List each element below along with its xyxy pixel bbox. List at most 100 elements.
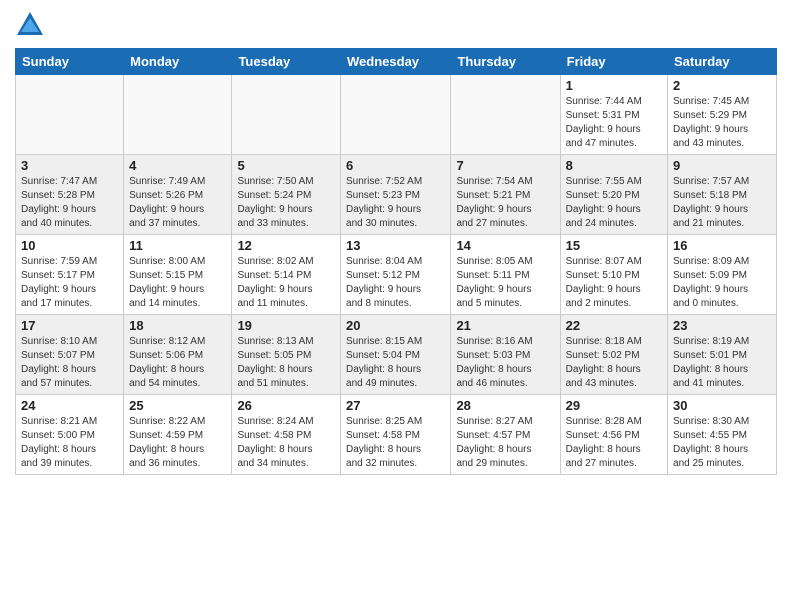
calendar-cell: 25Sunrise: 8:22 AM Sunset: 4:59 PM Dayli… (124, 395, 232, 475)
day-info: Sunrise: 8:12 AM Sunset: 5:06 PM Dayligh… (129, 335, 226, 391)
calendar-header-tuesday: Tuesday (232, 49, 341, 75)
calendar-cell: 21 Sunrise: 8:16 AM Sunset: 5:03 PM Dayli… (451, 315, 560, 395)
day-info: Sunrise: 8:16 AM Sunset: 5:03 PM Dayligh… (456, 335, 554, 391)
day-info: Sunrise: 8:28 AM Sunset: 4:56 PM Dayligh… (566, 415, 662, 471)
day-number: 4 (129, 158, 226, 173)
day-number: 11 (129, 238, 226, 253)
day-number: 2 (673, 78, 771, 93)
calendar-cell: 3 Sunrise: 7:47 AM Sunset: 5:28 PM Daylig… (16, 155, 124, 235)
calendar-cell: 14 Sunrise: 8:05 AM Sunset: 5:11 PM Dayli… (451, 235, 560, 315)
day-info: Sunrise: 8:00 AM Sunset: 5:15 PM Dayligh… (129, 255, 226, 311)
day-number: 1 (566, 78, 662, 93)
day-number: 5 (237, 158, 335, 173)
header (15, 10, 777, 40)
calendar-cell: 1 Sunrise: 7:44 AM Sunset: 5:31 PM Daylig… (560, 75, 667, 155)
day-number: 21 (456, 318, 554, 333)
calendar-header-thursday: Thursday (451, 49, 560, 75)
calendar-header-wednesday: Wednesday (341, 49, 451, 75)
day-number: 6 (346, 158, 445, 173)
day-info: Sunrise: 7:54 AM Sunset: 5:21 PM Dayligh… (456, 175, 554, 231)
day-info: Sunrise: 8:04 AM Sunset: 5:12 PM Dayligh… (346, 255, 445, 311)
day-info: Sunrise: 7:59 AM Sunset: 5:17 PM Dayligh… (21, 255, 118, 311)
day-info: Sunrise: 8:07 AM Sunset: 5:10 PM Dayligh… (566, 255, 662, 311)
day-number: 26 (237, 398, 335, 413)
calendar-cell: 2 Sunrise: 7:45 AM Sunset: 5:29 PM Daylig… (668, 75, 777, 155)
logo-icon (15, 10, 45, 40)
calendar-week-row: 10 Sunrise: 7:59 AM Sunset: 5:17 PM Dayli… (16, 235, 777, 315)
day-info: Sunrise: 8:19 AM Sunset: 5:01 PM Dayligh… (673, 335, 771, 391)
day-number: 29 (566, 398, 662, 413)
calendar-cell (16, 75, 124, 155)
day-number: 7 (456, 158, 554, 173)
calendar-cell: 27Sunrise: 8:25 AM Sunset: 4:58 PM Dayli… (341, 395, 451, 475)
calendar-cell: 23 Sunrise: 8:19 AM Sunset: 5:01 PM Dayli… (668, 315, 777, 395)
page: SundayMondayTuesdayWednesdayThursdayFrid… (0, 0, 792, 485)
logo (15, 10, 49, 40)
day-info: Sunrise: 8:02 AM Sunset: 5:14 PM Dayligh… (237, 255, 335, 311)
day-number: 20 (346, 318, 445, 333)
day-number: 9 (673, 158, 771, 173)
calendar-cell: 13 Sunrise: 8:04 AM Sunset: 5:12 PM Dayli… (341, 235, 451, 315)
day-info: Sunrise: 8:05 AM Sunset: 5:11 PM Dayligh… (456, 255, 554, 311)
calendar-cell (341, 75, 451, 155)
day-info: Sunrise: 8:09 AM Sunset: 5:09 PM Dayligh… (673, 255, 771, 311)
calendar-cell: 8Sunrise: 7:55 AM Sunset: 5:20 PM Daylig… (560, 155, 667, 235)
day-number: 22 (566, 318, 662, 333)
day-info: Sunrise: 7:45 AM Sunset: 5:29 PM Dayligh… (673, 95, 771, 151)
calendar-week-row: 24 Sunrise: 8:21 AM Sunset: 5:00 PM Dayli… (16, 395, 777, 475)
calendar-cell: 7 Sunrise: 7:54 AM Sunset: 5:21 PM Daylig… (451, 155, 560, 235)
calendar-cell: 5 Sunrise: 7:50 AM Sunset: 5:24 PM Daylig… (232, 155, 341, 235)
calendar-cell: 12 Sunrise: 8:02 AM Sunset: 5:14 PM Dayli… (232, 235, 341, 315)
calendar-cell: 4 Sunrise: 7:49 AM Sunset: 5:26 PM Daylig… (124, 155, 232, 235)
day-info: Sunrise: 7:52 AM Sunset: 5:23 PM Dayligh… (346, 175, 445, 231)
day-number: 15 (566, 238, 662, 253)
calendar-cell: 15 Sunrise: 8:07 AM Sunset: 5:10 PM Dayli… (560, 235, 667, 315)
day-info: Sunrise: 7:44 AM Sunset: 5:31 PM Dayligh… (566, 95, 662, 151)
day-number: 12 (237, 238, 335, 253)
day-info: Sunrise: 8:13 AM Sunset: 5:05 PM Dayligh… (237, 335, 335, 391)
day-info: Sunrise: 8:27 AM Sunset: 4:57 PM Dayligh… (456, 415, 554, 471)
calendar-week-row: 1 Sunrise: 7:44 AM Sunset: 5:31 PM Daylig… (16, 75, 777, 155)
day-info: Sunrise: 8:30 AM Sunset: 4:55 PM Dayligh… (673, 415, 771, 471)
day-info: Sunrise: 8:10 AM Sunset: 5:07 PM Dayligh… (21, 335, 118, 391)
day-number: 30 (673, 398, 771, 413)
calendar-cell: 24 Sunrise: 8:21 AM Sunset: 5:00 PM Dayli… (16, 395, 124, 475)
calendar-week-row: 17 Sunrise: 8:10 AM Sunset: 5:07 PM Dayli… (16, 315, 777, 395)
calendar-cell: 17 Sunrise: 8:10 AM Sunset: 5:07 PM Dayli… (16, 315, 124, 395)
day-info: Sunrise: 8:18 AM Sunset: 5:02 PM Dayligh… (566, 335, 662, 391)
calendar-cell: 10 Sunrise: 7:59 AM Sunset: 5:17 PM Dayli… (16, 235, 124, 315)
day-number: 3 (21, 158, 118, 173)
day-info: Sunrise: 8:22 AM Sunset: 4:59 PM Dayligh… (129, 415, 226, 471)
calendar-cell: 6 Sunrise: 7:52 AM Sunset: 5:23 PM Daylig… (341, 155, 451, 235)
day-number: 14 (456, 238, 554, 253)
day-info: Sunrise: 7:49 AM Sunset: 5:26 PM Dayligh… (129, 175, 226, 231)
calendar-cell: 20Sunrise: 8:15 AM Sunset: 5:04 PM Dayli… (341, 315, 451, 395)
day-number: 24 (21, 398, 118, 413)
calendar-header-sunday: Sunday (16, 49, 124, 75)
day-number: 17 (21, 318, 118, 333)
calendar-cell (451, 75, 560, 155)
calendar: SundayMondayTuesdayWednesdayThursdayFrid… (15, 48, 777, 475)
day-number: 10 (21, 238, 118, 253)
day-number: 19 (237, 318, 335, 333)
day-info: Sunrise: 7:50 AM Sunset: 5:24 PM Dayligh… (237, 175, 335, 231)
day-number: 16 (673, 238, 771, 253)
day-number: 18 (129, 318, 226, 333)
calendar-header-saturday: Saturday (668, 49, 777, 75)
calendar-cell: 29 Sunrise: 8:28 AM Sunset: 4:56 PM Dayli… (560, 395, 667, 475)
day-info: Sunrise: 7:57 AM Sunset: 5:18 PM Dayligh… (673, 175, 771, 231)
day-number: 28 (456, 398, 554, 413)
calendar-cell (232, 75, 341, 155)
calendar-week-row: 3 Sunrise: 7:47 AM Sunset: 5:28 PM Daylig… (16, 155, 777, 235)
day-number: 13 (346, 238, 445, 253)
day-number: 8 (566, 158, 662, 173)
calendar-cell: 30 Sunrise: 8:30 AM Sunset: 4:55 PM Dayli… (668, 395, 777, 475)
calendar-cell: 16 Sunrise: 8:09 AM Sunset: 5:09 PM Dayli… (668, 235, 777, 315)
calendar-cell: 18 Sunrise: 8:12 AM Sunset: 5:06 PM Dayli… (124, 315, 232, 395)
day-info: Sunrise: 7:47 AM Sunset: 5:28 PM Dayligh… (21, 175, 118, 231)
day-info: Sunrise: 8:21 AM Sunset: 5:00 PM Dayligh… (21, 415, 118, 471)
calendar-cell: 22 Sunrise: 8:18 AM Sunset: 5:02 PM Dayli… (560, 315, 667, 395)
calendar-cell: 19 Sunrise: 8:13 AM Sunset: 5:05 PM Dayli… (232, 315, 341, 395)
calendar-header-row: SundayMondayTuesdayWednesdayThursdayFrid… (16, 49, 777, 75)
day-number: 23 (673, 318, 771, 333)
